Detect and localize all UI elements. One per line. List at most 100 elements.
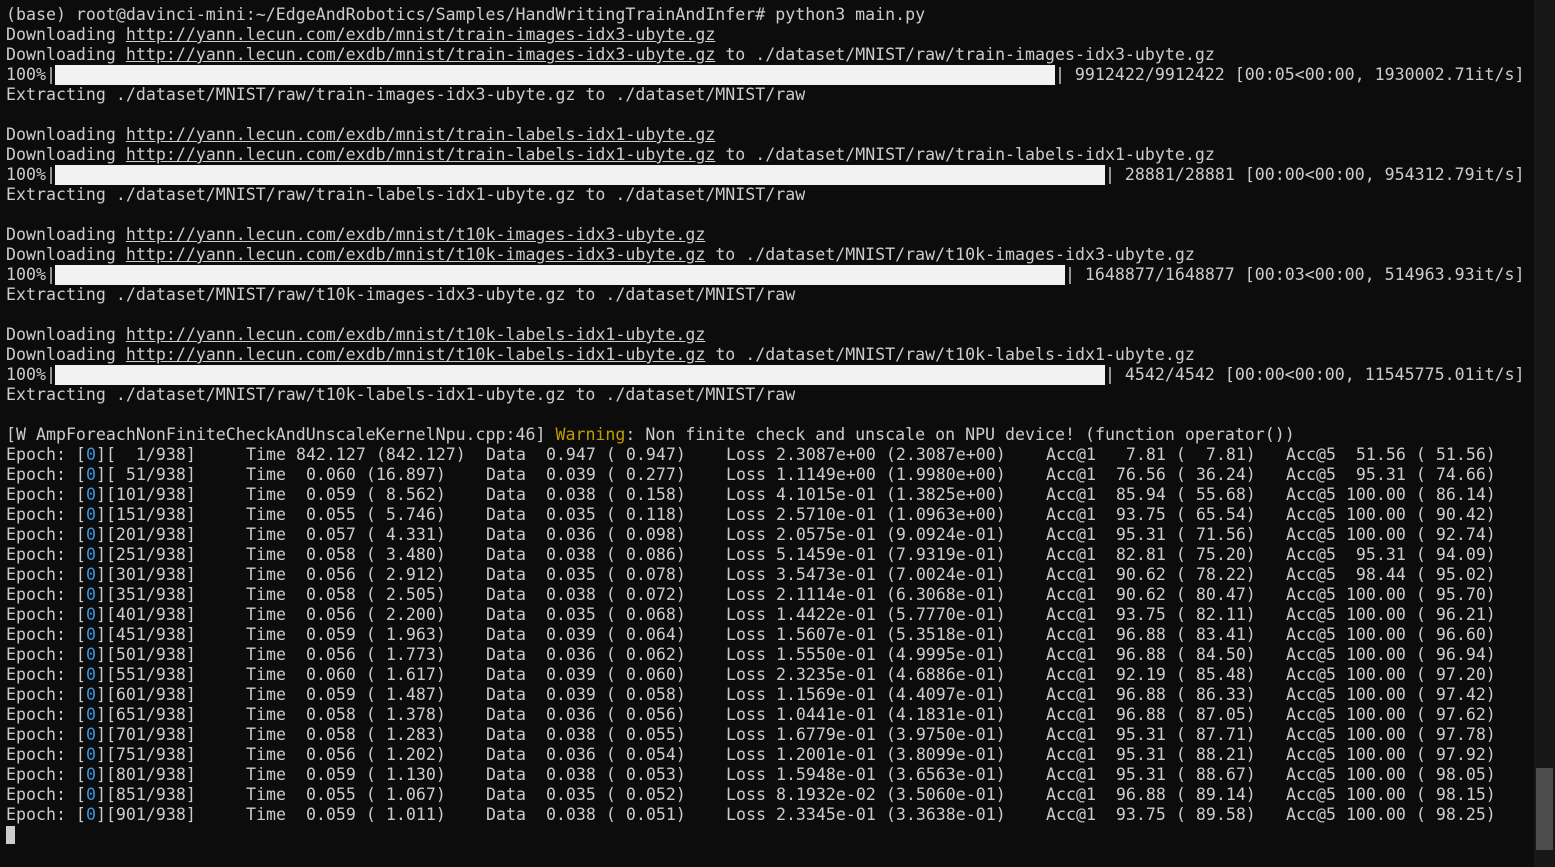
epoch-line: Epoch: [0][501/938] Time 0.056 ( 1.773) Da… (6, 645, 1531, 665)
epoch-time: Time 0.055 ( 1.067) (246, 785, 446, 804)
epoch-label: Epoch: [ (6, 525, 86, 544)
epoch-acc1: Acc@1 90.62 ( 80.47) (1046, 585, 1256, 604)
epoch-close-bracket: ] (95, 765, 106, 784)
epoch-loss: Loss 1.5948e-01 (3.6563e-01) (726, 765, 1006, 784)
epoch-label: Epoch: [ (6, 465, 86, 484)
download-link[interactable]: http://yann.lecun.com/exdb/mnist/t10k-la… (126, 345, 705, 364)
download-link[interactable]: http://yann.lecun.com/exdb/mnist/train-i… (126, 25, 715, 44)
epoch-time: Time 0.060 (16.897) (246, 465, 446, 484)
epoch-acc5: Acc@5 100.00 ( 98.05) (1286, 765, 1496, 784)
epoch-acc1: Acc@1 95.31 ( 71.56) (1046, 525, 1256, 544)
epoch-time: Time 0.056 ( 2.200) (246, 605, 446, 624)
epoch-acc5: Acc@5 100.00 ( 97.92) (1286, 745, 1496, 764)
epoch-acc5: Acc@5 100.00 ( 86.14) (1286, 485, 1496, 504)
epoch-data: Data 0.038 ( 0.086) (486, 545, 686, 564)
epoch-data: Data 0.036 ( 0.054) (486, 745, 686, 764)
epoch-line: Epoch: [0][ 1/938] Time 842.127 (842.127)… (6, 445, 1531, 465)
vertical-scrollbar[interactable] (1534, 0, 1555, 867)
epoch-close-bracket: ] (95, 785, 106, 804)
epoch-data: Data 0.038 ( 0.051) (486, 805, 686, 824)
epoch-label: Epoch: [ (6, 705, 86, 724)
epoch-line: Epoch: [0][301/938] Time 0.056 ( 2.912) Da… (6, 565, 1531, 585)
download-link[interactable]: http://yann.lecun.com/exdb/mnist/train-l… (126, 145, 715, 164)
download-link[interactable]: http://yann.lecun.com/exdb/mnist/train-i… (126, 45, 715, 64)
epoch-close-bracket: ] (95, 505, 106, 524)
progress-bar (54, 65, 1055, 85)
epoch-line: Epoch: [0][151/938] Time 0.055 ( 5.746) Da… (6, 505, 1531, 525)
epoch-data: Data 0.036 ( 0.062) (486, 645, 686, 664)
extract-line: Extracting ./dataset/MNIST/raw/t10k-labe… (6, 385, 796, 404)
epoch-acc5: Acc@5 100.00 ( 95.70) (1286, 585, 1496, 604)
epoch-index: 0 (85, 525, 96, 544)
epoch-time: Time 0.056 ( 1.773) (246, 645, 446, 664)
epoch-acc1: Acc@1 95.31 ( 88.67) (1046, 765, 1256, 784)
download-line: Downloading http://yann.lecun.com/exdb/m… (6, 325, 1531, 345)
epoch-index: 0 (85, 725, 96, 744)
epoch-loss: Loss 2.3235e-01 (4.6886e-01) (726, 665, 1006, 684)
progress-bar (54, 365, 1105, 385)
epoch-step: [ 51/938] (105, 465, 196, 484)
epoch-label: Epoch: [ (6, 505, 86, 524)
epoch-close-bracket: ] (95, 645, 106, 664)
epoch-close-bracket: ] (95, 685, 106, 704)
epoch-step: [101/938] (105, 485, 196, 504)
epoch-loss: Loss 4.1015e-01 (1.3825e+00) (726, 485, 1006, 504)
text-cursor (6, 826, 15, 844)
progress-line: 100%| | 9912422/9912422 [00:05<00:00, 193… (6, 65, 1531, 85)
progress-line: 100%| | 1648877/1648877 [00:03<00:00, 514… (6, 265, 1531, 285)
epoch-step: [251/938] (105, 545, 196, 564)
epoch-loss: Loss 5.1459e-01 (7.9319e-01) (726, 545, 1006, 564)
epoch-line: Epoch: [0][851/938] Time 0.055 ( 1.067) Da… (6, 785, 1531, 805)
epoch-label: Epoch: [ (6, 785, 86, 804)
epoch-line: Epoch: [0][201/938] Time 0.057 ( 4.331) Da… (6, 525, 1531, 545)
epoch-index: 0 (85, 445, 96, 464)
epoch-close-bracket: ] (95, 725, 106, 744)
epoch-time: Time 0.055 ( 5.746) (246, 505, 446, 524)
epoch-loss: Loss 1.6779e-01 (3.9750e-01) (726, 725, 1006, 744)
download-line: Downloading http://yann.lecun.com/exdb/m… (6, 125, 1531, 145)
epoch-time: Time 0.058 ( 1.283) (246, 725, 446, 744)
epoch-close-bracket: ] (95, 665, 106, 684)
epoch-time: Time 0.059 ( 1.011) (246, 805, 446, 824)
download-link[interactable]: http://yann.lecun.com/exdb/mnist/t10k-la… (126, 325, 705, 344)
epoch-loss: Loss 2.5710e-01 (1.0963e+00) (726, 505, 1006, 524)
epoch-acc5: Acc@5 98.44 ( 95.02) (1286, 565, 1496, 584)
downloading-word: Downloading (6, 345, 126, 364)
scrollbar-thumb[interactable] (1536, 768, 1553, 850)
epoch-acc1: Acc@1 95.31 ( 88.21) (1046, 745, 1256, 764)
epoch-acc5: Acc@5 100.00 ( 97.42) (1286, 685, 1496, 704)
terminal-window[interactable]: (base) root@davinci-mini:~/EdgeAndRoboti… (0, 0, 1555, 867)
epoch-data: Data 0.039 ( 0.277) (486, 465, 686, 484)
download-destination: ./dataset/MNIST/raw/train-images-idx3-ub… (755, 45, 1215, 64)
download-dest-line: Downloading http://yann.lecun.com/exdb/m… (6, 245, 1531, 265)
epoch-loss: Loss 1.1569e-01 (4.4097e-01) (726, 685, 1006, 704)
epoch-acc1: Acc@1 93.75 ( 82.11) (1046, 605, 1256, 624)
epoch-data: Data 0.039 ( 0.060) (486, 665, 686, 684)
epoch-label: Epoch: [ (6, 805, 86, 824)
epoch-data: Data 0.038 ( 0.055) (486, 725, 686, 744)
epoch-loss: Loss 1.0441e-01 (4.1831e-01) (726, 705, 1006, 724)
epoch-step: [601/938] (105, 685, 196, 704)
epoch-data: Data 0.038 ( 0.158) (486, 485, 686, 504)
epoch-line: Epoch: [0][551/938] Time 0.060 ( 1.617) Da… (6, 665, 1531, 685)
epoch-data: Data 0.036 ( 0.098) (486, 525, 686, 544)
epoch-time: Time 0.058 ( 1.378) (246, 705, 446, 724)
warning-label: Warning (555, 425, 626, 444)
epoch-close-bracket: ] (95, 605, 106, 624)
epoch-data: Data 0.036 ( 0.056) (486, 705, 686, 724)
epoch-data: Data 0.038 ( 0.053) (486, 765, 686, 784)
epoch-data: Data 0.039 ( 0.058) (486, 685, 686, 704)
epoch-line: Epoch: [0][651/938] Time 0.058 ( 1.378) Da… (6, 705, 1531, 725)
download-link[interactable]: http://yann.lecun.com/exdb/mnist/t10k-im… (126, 245, 705, 264)
command-prompt-line: (base) root@davinci-mini:~/EdgeAndRoboti… (6, 5, 926, 24)
progress-percent: 100%| (6, 365, 56, 384)
epoch-loss: Loss 1.2001e-01 (3.8099e-01) (726, 745, 1006, 764)
epoch-index: 0 (85, 485, 96, 504)
download-link[interactable]: http://yann.lecun.com/exdb/mnist/t10k-im… (126, 225, 705, 244)
epoch-loss: Loss 2.1114e-01 (6.3068e-01) (726, 585, 1006, 604)
epoch-time: Time 0.060 ( 1.617) (246, 665, 446, 684)
epoch-step: [801/938] (105, 765, 196, 784)
download-link[interactable]: http://yann.lecun.com/exdb/mnist/train-l… (126, 125, 715, 144)
